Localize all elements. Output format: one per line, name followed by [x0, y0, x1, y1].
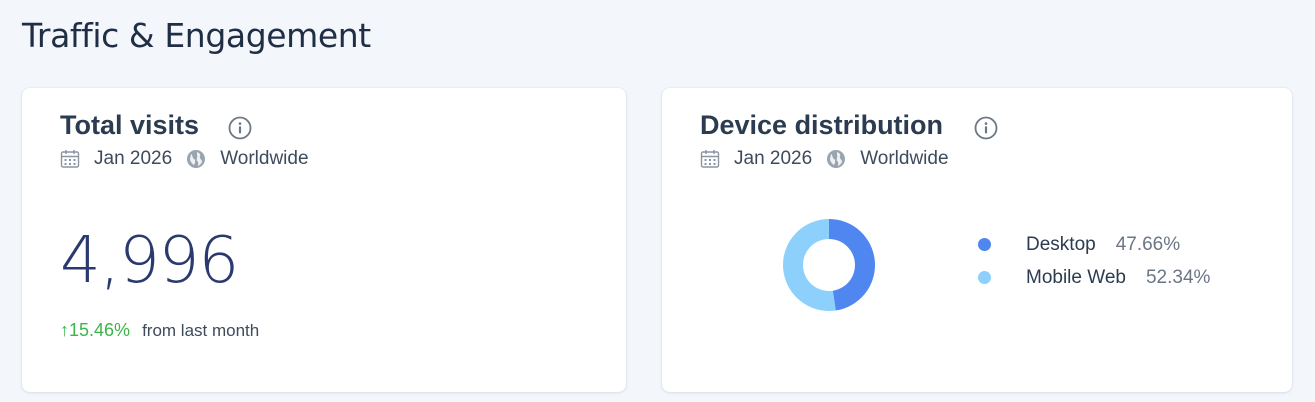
calendar-icon — [60, 150, 80, 168]
card-meta: Jan 2026 Worldwide — [700, 148, 949, 170]
donut-slice-desktop — [829, 219, 876, 311]
total-visits-value: 4,996 — [60, 224, 239, 298]
device-distribution-card: Device distribution Jan 2026 Worldwide D… — [662, 88, 1292, 392]
legend-dot — [978, 238, 991, 251]
legend-name: Desktop — [1026, 233, 1096, 255]
globe-icon — [187, 150, 206, 168]
legend-value: 52.34% — [1145, 266, 1211, 288]
change-percent: 15.46% — [69, 320, 131, 340]
date-label: Jan 2026 — [94, 148, 173, 169]
section-title: Traffic & Engagement — [22, 16, 371, 55]
card-title: Device distribution — [700, 110, 944, 140]
device-donut-chart — [783, 219, 876, 311]
arrow-up-icon: ↑ — [60, 320, 69, 340]
legend-value: 47.66% — [1115, 233, 1181, 255]
card-meta: Jan 2026 Worldwide — [60, 148, 309, 170]
change-value: ↑15.46% — [60, 320, 130, 341]
donut-slice-mobile-web — [783, 219, 836, 311]
region-label: Worldwide — [220, 148, 309, 169]
change-row: ↑15.46% from last month — [60, 320, 259, 341]
legend-item-mobile-web: Mobile Web 52.34% — [978, 261, 1210, 294]
region-label: Worldwide — [860, 148, 949, 169]
card-title: Total visits — [60, 110, 200, 140]
change-label: from last month — [142, 320, 260, 340]
legend-dot — [978, 271, 991, 284]
info-icon[interactable] — [228, 116, 252, 140]
date-label: Jan 2026 — [734, 148, 813, 169]
total-visits-card: Total visits Jan 2026 Worldwide 4,996 ↑1… — [22, 88, 626, 392]
legend-item-desktop: Desktop 47.66% — [978, 228, 1210, 261]
info-icon[interactable] — [974, 116, 998, 140]
globe-icon — [827, 150, 846, 168]
device-legend: Desktop 47.66% Mobile Web 52.34% — [978, 228, 1210, 294]
calendar-icon — [700, 150, 720, 168]
legend-name: Mobile Web — [1026, 266, 1126, 288]
